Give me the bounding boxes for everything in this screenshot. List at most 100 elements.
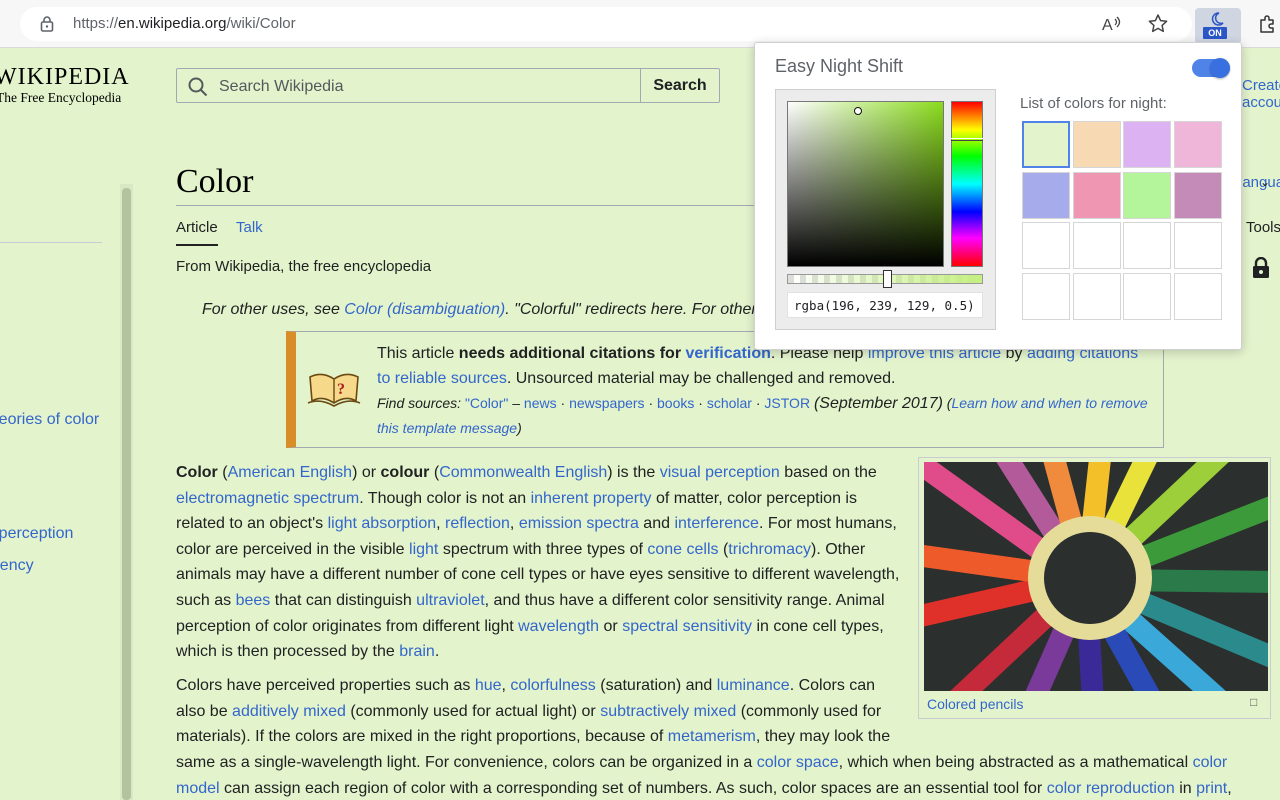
body-link[interactable]: bees bbox=[236, 592, 271, 609]
protection-lock-icon[interactable] bbox=[1252, 256, 1270, 284]
body-link[interactable]: luminance bbox=[717, 677, 790, 694]
tab-article[interactable]: Article bbox=[176, 219, 218, 246]
toc-item-perception[interactable]: Color perception bbox=[0, 525, 73, 543]
read-aloud-icon[interactable]: A bbox=[1101, 13, 1123, 35]
source-link-scholar[interactable]: scholar bbox=[707, 395, 752, 411]
body-link[interactable]: American English bbox=[228, 464, 353, 481]
source-link-books[interactable]: books bbox=[657, 395, 694, 411]
color-swatch[interactable] bbox=[1022, 272, 1070, 320]
color-swatch[interactable] bbox=[1123, 171, 1171, 219]
color-swatch[interactable] bbox=[1123, 272, 1171, 320]
body-link[interactable]: inherent property bbox=[531, 490, 652, 507]
color-swatch[interactable] bbox=[1123, 222, 1171, 269]
hatnote-text: For other uses, see bbox=[202, 301, 345, 318]
book-question-icon: ? bbox=[306, 365, 362, 416]
search-icon bbox=[188, 77, 208, 102]
color-swatch[interactable] bbox=[1072, 171, 1121, 219]
second-paragraph-cont: same as a single-wavelength light. For c… bbox=[176, 754, 1232, 797]
search-button[interactable]: Search bbox=[640, 68, 720, 103]
svg-text:A: A bbox=[1102, 17, 1113, 34]
extensions-puzzle-icon[interactable] bbox=[1257, 13, 1279, 35]
toggle-knob[interactable] bbox=[1210, 58, 1230, 78]
popup-title: Easy Night Shift bbox=[775, 56, 904, 76]
create-account-link[interactable]: Create account bbox=[1242, 77, 1280, 111]
disambiguation-link[interactable]: Color (disambiguation) bbox=[344, 301, 505, 318]
body-link[interactable]: emission spectra bbox=[519, 515, 639, 532]
lock-icon[interactable] bbox=[40, 15, 54, 38]
url-text[interactable]: https://en.wikipedia.org/wiki/Color bbox=[73, 15, 296, 32]
color-list-label: List of colors for night: bbox=[1020, 95, 1167, 112]
source-link-newspapers[interactable]: newspapers bbox=[569, 395, 645, 411]
sidebar-divider bbox=[0, 242, 102, 243]
body-link[interactable]: ultraviolet bbox=[416, 592, 484, 609]
body-link[interactable]: wavelength bbox=[518, 618, 599, 635]
colored-pencils-image[interactable] bbox=[924, 462, 1268, 691]
source-link-color[interactable]: "Color" bbox=[465, 395, 508, 411]
body-link[interactable]: print bbox=[1196, 780, 1227, 797]
body-link[interactable]: interference bbox=[674, 515, 759, 532]
search-placeholder: Search Wikipedia bbox=[219, 78, 344, 95]
find-sources: Find sources: "Color" – news · newspaper… bbox=[377, 395, 1148, 436]
tab-talk[interactable]: Talk bbox=[236, 219, 263, 236]
hue-marker[interactable] bbox=[951, 138, 983, 141]
color-swatch[interactable] bbox=[1173, 272, 1222, 320]
color-swatch[interactable] bbox=[1022, 222, 1070, 269]
extension-on-badge: ON bbox=[1203, 27, 1227, 39]
hue-slider[interactable] bbox=[951, 101, 983, 267]
wikipedia-tagline[interactable]: The Free Encyclopedia bbox=[0, 90, 121, 106]
page-tagline: From Wikipedia, the free encyclopedia bbox=[176, 258, 432, 275]
body-link[interactable]: metamerism bbox=[668, 728, 756, 745]
body-link[interactable]: spectral sensitivity bbox=[622, 618, 752, 635]
body-link[interactable]: light absorption bbox=[328, 515, 437, 532]
toc-item-frequency[interactable]: Frequency bbox=[0, 557, 34, 575]
saturation-value-area[interactable] bbox=[787, 101, 944, 267]
page-title: Color bbox=[176, 163, 254, 200]
color-swatch[interactable] bbox=[1173, 121, 1222, 168]
image-caption[interactable]: Colored pencils bbox=[927, 696, 1024, 712]
source-link-jstor[interactable]: JSTOR bbox=[764, 395, 810, 411]
body-link[interactable]: brain bbox=[399, 643, 435, 660]
notice-text-4: . Unsourced material may be challenged a… bbox=[506, 370, 896, 387]
hatnote-text-2: . "Colorful" redirects here. For other bbox=[505, 301, 757, 318]
find-sources-label: Find sources: bbox=[377, 395, 462, 411]
tools-menu[interactable]: Tools bbox=[1246, 219, 1280, 236]
color-swatch[interactable] bbox=[1022, 121, 1070, 168]
body-link[interactable]: light bbox=[409, 541, 438, 558]
notice-date: (September 2017) bbox=[813, 395, 943, 412]
find-sources-dash: – bbox=[508, 395, 524, 411]
alpha-handle[interactable] bbox=[883, 270, 892, 288]
body-link[interactable]: hue bbox=[475, 677, 502, 694]
color-swatch[interactable] bbox=[1022, 171, 1070, 219]
body-link[interactable]: trichromacy bbox=[728, 541, 811, 558]
search-input[interactable]: Search Wikipedia bbox=[176, 68, 641, 103]
color-swatch[interactable] bbox=[1173, 171, 1222, 219]
enlarge-icon[interactable]: □ bbox=[1250, 695, 1257, 709]
wikipedia-wordmark[interactable]: WIKIPEDIA bbox=[0, 64, 130, 91]
body-link[interactable]: reflection bbox=[445, 515, 510, 532]
body-link[interactable]: electromagnetic spectrum bbox=[176, 490, 359, 507]
body-link[interactable]: color reproduction bbox=[1047, 780, 1175, 797]
color-swatch[interactable] bbox=[1072, 222, 1121, 269]
sidebar-scroll-thumb[interactable] bbox=[122, 188, 131, 800]
color-swatch[interactable] bbox=[1123, 121, 1171, 168]
source-link-news[interactable]: news bbox=[524, 395, 557, 411]
toc-item-theories[interactable]: Theories of color bbox=[0, 411, 99, 429]
night-shift-extension-button[interactable]: ON bbox=[1195, 8, 1241, 44]
title-divider bbox=[176, 205, 756, 206]
body-link[interactable]: additively mixed bbox=[232, 703, 346, 720]
color-swatch[interactable] bbox=[1072, 272, 1121, 320]
url-path: /wiki/Color bbox=[226, 15, 296, 32]
favorite-star-icon[interactable] bbox=[1147, 13, 1169, 35]
url-scheme: https:// bbox=[73, 15, 119, 32]
color-swatch[interactable] bbox=[1173, 222, 1222, 269]
color-cursor[interactable] bbox=[854, 107, 862, 115]
body-link[interactable]: cone cells bbox=[647, 541, 718, 558]
body-link[interactable]: Commonwealth English bbox=[439, 464, 607, 481]
body-link[interactable]: subtractively mixed bbox=[600, 703, 736, 720]
body-link[interactable]: colorfulness bbox=[510, 677, 595, 694]
color-swatch[interactable] bbox=[1072, 121, 1121, 168]
body-link[interactable]: color space bbox=[757, 754, 839, 771]
notice-bold: needs additional citations for bbox=[458, 345, 686, 362]
rgba-value-field[interactable]: rgba(196, 239, 129, 0.5) bbox=[787, 292, 983, 318]
body-link[interactable]: visual perception bbox=[660, 464, 780, 481]
